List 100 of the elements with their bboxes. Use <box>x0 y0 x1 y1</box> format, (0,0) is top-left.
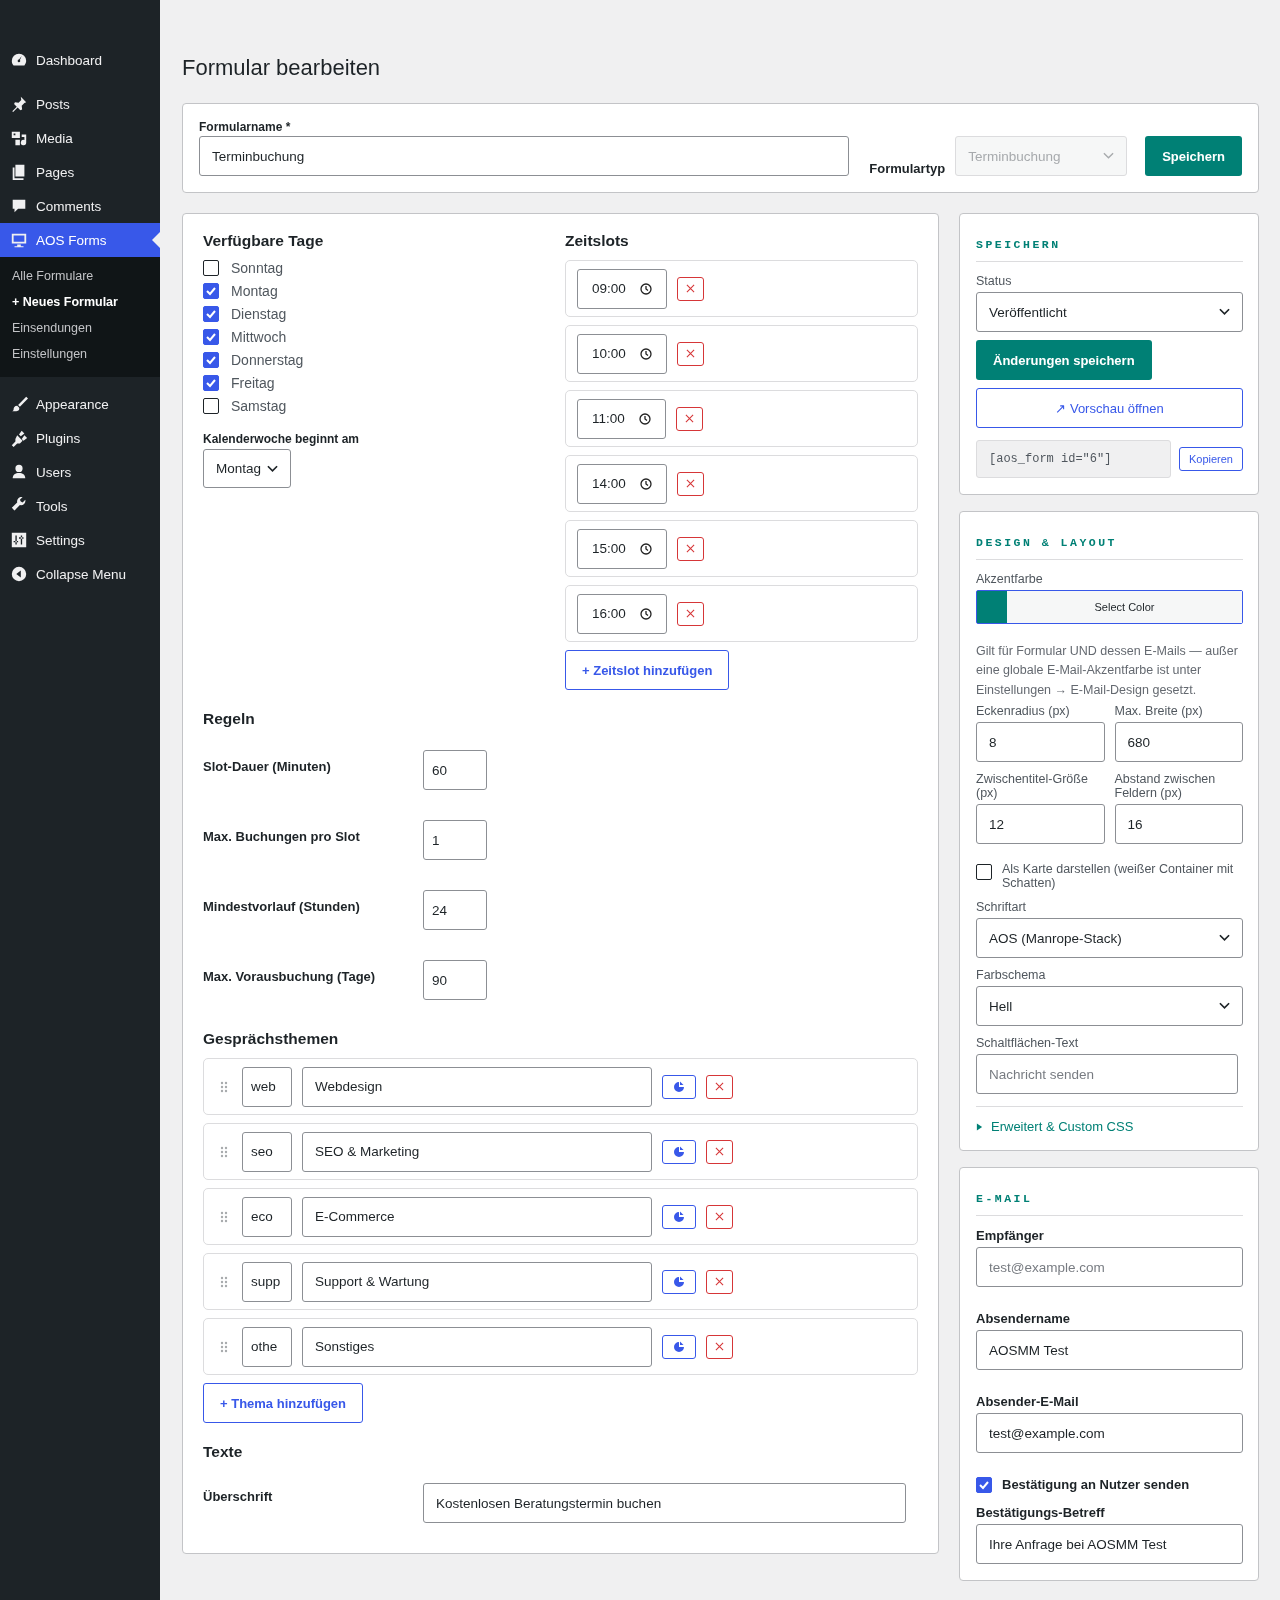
form-name-field[interactable]: Terminbuchung <box>199 136 850 176</box>
advanced-toggle[interactable]: Erweitert & Custom CSS <box>976 1106 1243 1135</box>
slug-field[interactable]: eco <box>242 1196 292 1237</box>
number-field[interactable]: 16 <box>1114 804 1243 845</box>
time-field[interactable]: 11:00 <box>577 398 666 439</box>
sender-name-field[interactable]: AOSMM Test <box>976 1330 1243 1371</box>
number-field[interactable]: 60 <box>423 750 487 790</box>
submenu-item[interactable]: Einstellungen <box>0 341 160 367</box>
submenu-item[interactable]: Einsendungen <box>0 315 160 341</box>
add-topic-button[interactable]: + Thema hinzufügen <box>203 1383 364 1423</box>
icon-button[interactable] <box>662 1139 696 1164</box>
add-timeslot-button[interactable]: + Zeitslot hinzufügen <box>565 650 730 690</box>
number-field[interactable]: 680 <box>1114 722 1243 763</box>
sidebar-item[interactable]: Posts <box>0 87 160 121</box>
save-changes-button[interactable]: Änderungen speichern <box>976 340 1152 380</box>
clock-icon <box>638 412 651 425</box>
checkbox[interactable] <box>976 1477 992 1494</box>
help-text: Gilt für Formular UND dessen E-Mails — außer eine globale E-Mail-Akzentfarbe ist unter Einstellungen → E-Mail-Design gesetzt. <box>976 643 1239 699</box>
remove-button[interactable] <box>675 406 703 431</box>
color-swatch[interactable] <box>977 591 1007 623</box>
topic-name-field[interactable]: Support & Wartung <box>302 1261 652 1302</box>
select-color-button[interactable]: Select Color <box>1007 591 1242 623</box>
submenu-item[interactable]: Alle Formulare <box>0 263 160 289</box>
sidebar-item[interactable]: AOS Forms <box>0 223 160 257</box>
icon-button[interactable] <box>662 1269 696 1294</box>
drag-handle-icon[interactable] <box>220 1145 228 1158</box>
remove-button[interactable] <box>706 1334 733 1359</box>
checkbox[interactable] <box>203 375 219 391</box>
sidebar-item[interactable]: Dashboard <box>0 43 160 77</box>
icon-button[interactable] <box>662 1334 696 1359</box>
sidebar-item[interactable]: Appearance <box>0 387 160 421</box>
field-label: Überschrift <box>203 1488 274 1504</box>
remove-button[interactable] <box>676 471 704 496</box>
copy-button[interactable]: Kopieren <box>1178 447 1243 471</box>
icon-button[interactable] <box>662 1204 696 1229</box>
number-field[interactable]: 8 <box>976 722 1105 763</box>
status-select[interactable]: Veröffentlicht <box>976 292 1243 332</box>
checkbox[interactable] <box>203 329 219 345</box>
slug-field[interactable]: othe <box>242 1326 292 1367</box>
checkbox[interactable] <box>203 306 219 322</box>
drag-handle-icon[interactable] <box>220 1210 228 1223</box>
icon-button[interactable] <box>662 1074 696 1099</box>
close-icon <box>685 349 695 358</box>
number-field[interactable]: 24 <box>423 890 487 930</box>
topic-name-field[interactable]: Sonstiges <box>302 1326 652 1367</box>
number-field[interactable]: 12 <box>976 804 1105 845</box>
number-field[interactable]: 90 <box>423 960 487 1000</box>
remove-button[interactable] <box>676 341 704 366</box>
drag-handle-icon[interactable] <box>220 1340 228 1353</box>
topic-name-field[interactable]: Webdesign <box>302 1066 652 1107</box>
number-field[interactable]: 1 <box>423 820 487 860</box>
color-scheme-select[interactable]: Hell <box>976 986 1243 1027</box>
close-icon <box>715 1147 724 1156</box>
monitor-icon <box>10 231 28 249</box>
slug-field[interactable]: supp <box>242 1261 292 1302</box>
time-field[interactable]: 14:00 <box>577 463 667 504</box>
sidebar-item[interactable]: Plugins <box>0 421 160 455</box>
font-select[interactable]: AOS (Manrope-Stack) <box>976 918 1243 959</box>
sidebar-item[interactable]: Comments <box>0 189 160 223</box>
sidebar-item[interactable]: Tools <box>0 489 160 523</box>
topic-name-field[interactable]: E-Commerce <box>302 1196 652 1237</box>
time-field[interactable]: 15:00 <box>577 528 667 569</box>
remove-button[interactable] <box>706 1139 733 1164</box>
checkbox[interactable] <box>203 260 219 276</box>
text-field[interactable]: Kostenlosen Beratungstermin buchen <box>423 1483 906 1523</box>
time-field[interactable]: 16:00 <box>577 593 667 634</box>
sender-email-field[interactable]: test@example.com <box>976 1413 1243 1454</box>
remove-button[interactable] <box>676 276 704 301</box>
recipient-field[interactable]: test@example.com <box>976 1247 1243 1288</box>
preview-button[interactable]: ↗ Vorschau öffnen <box>976 388 1243 428</box>
submenu-item[interactable]: + Neues Formular <box>0 289 160 315</box>
sidebar-item[interactable]: Collapse Menu <box>0 557 160 591</box>
slug-field[interactable]: web <box>242 1066 292 1107</box>
sidebar-item[interactable]: Pages <box>0 155 160 189</box>
remove-button[interactable] <box>706 1074 733 1099</box>
time-field[interactable]: 09:00 <box>577 268 667 309</box>
topic-name-field[interactable]: SEO & Marketing <box>302 1131 652 1172</box>
remove-button[interactable] <box>676 536 704 561</box>
save-button[interactable]: Speichern <box>1145 136 1242 176</box>
field-label: Schriftart <box>976 900 1027 915</box>
sidebar-item[interactable]: Settings <box>0 523 160 557</box>
slug-field[interactable]: seo <box>242 1131 292 1172</box>
sidebar-item[interactable]: Media <box>0 121 160 155</box>
week-start-select[interactable]: Montag <box>203 449 291 488</box>
checkbox[interactable] <box>203 352 219 368</box>
clock-icon <box>639 477 652 490</box>
remove-button[interactable] <box>706 1269 733 1294</box>
remove-button[interactable] <box>676 601 704 626</box>
button-text-field[interactable]: Nachricht senden <box>976 1054 1238 1095</box>
subject-field[interactable]: Ihre Anfrage bei AOSMM Test <box>976 1524 1243 1565</box>
checkbox[interactable] <box>203 283 219 299</box>
checkbox[interactable] <box>203 398 219 414</box>
drag-handle-icon[interactable] <box>220 1080 228 1093</box>
checkbox[interactable] <box>976 864 992 881</box>
drag-handle-icon[interactable] <box>220 1275 228 1288</box>
field-label: Empfänger <box>976 1228 1045 1244</box>
shortcode-field[interactable]: [aos_form id="6"] <box>976 440 1171 478</box>
sidebar-item[interactable]: Users <box>0 455 160 489</box>
remove-button[interactable] <box>706 1204 733 1229</box>
time-field[interactable]: 10:00 <box>577 333 667 374</box>
